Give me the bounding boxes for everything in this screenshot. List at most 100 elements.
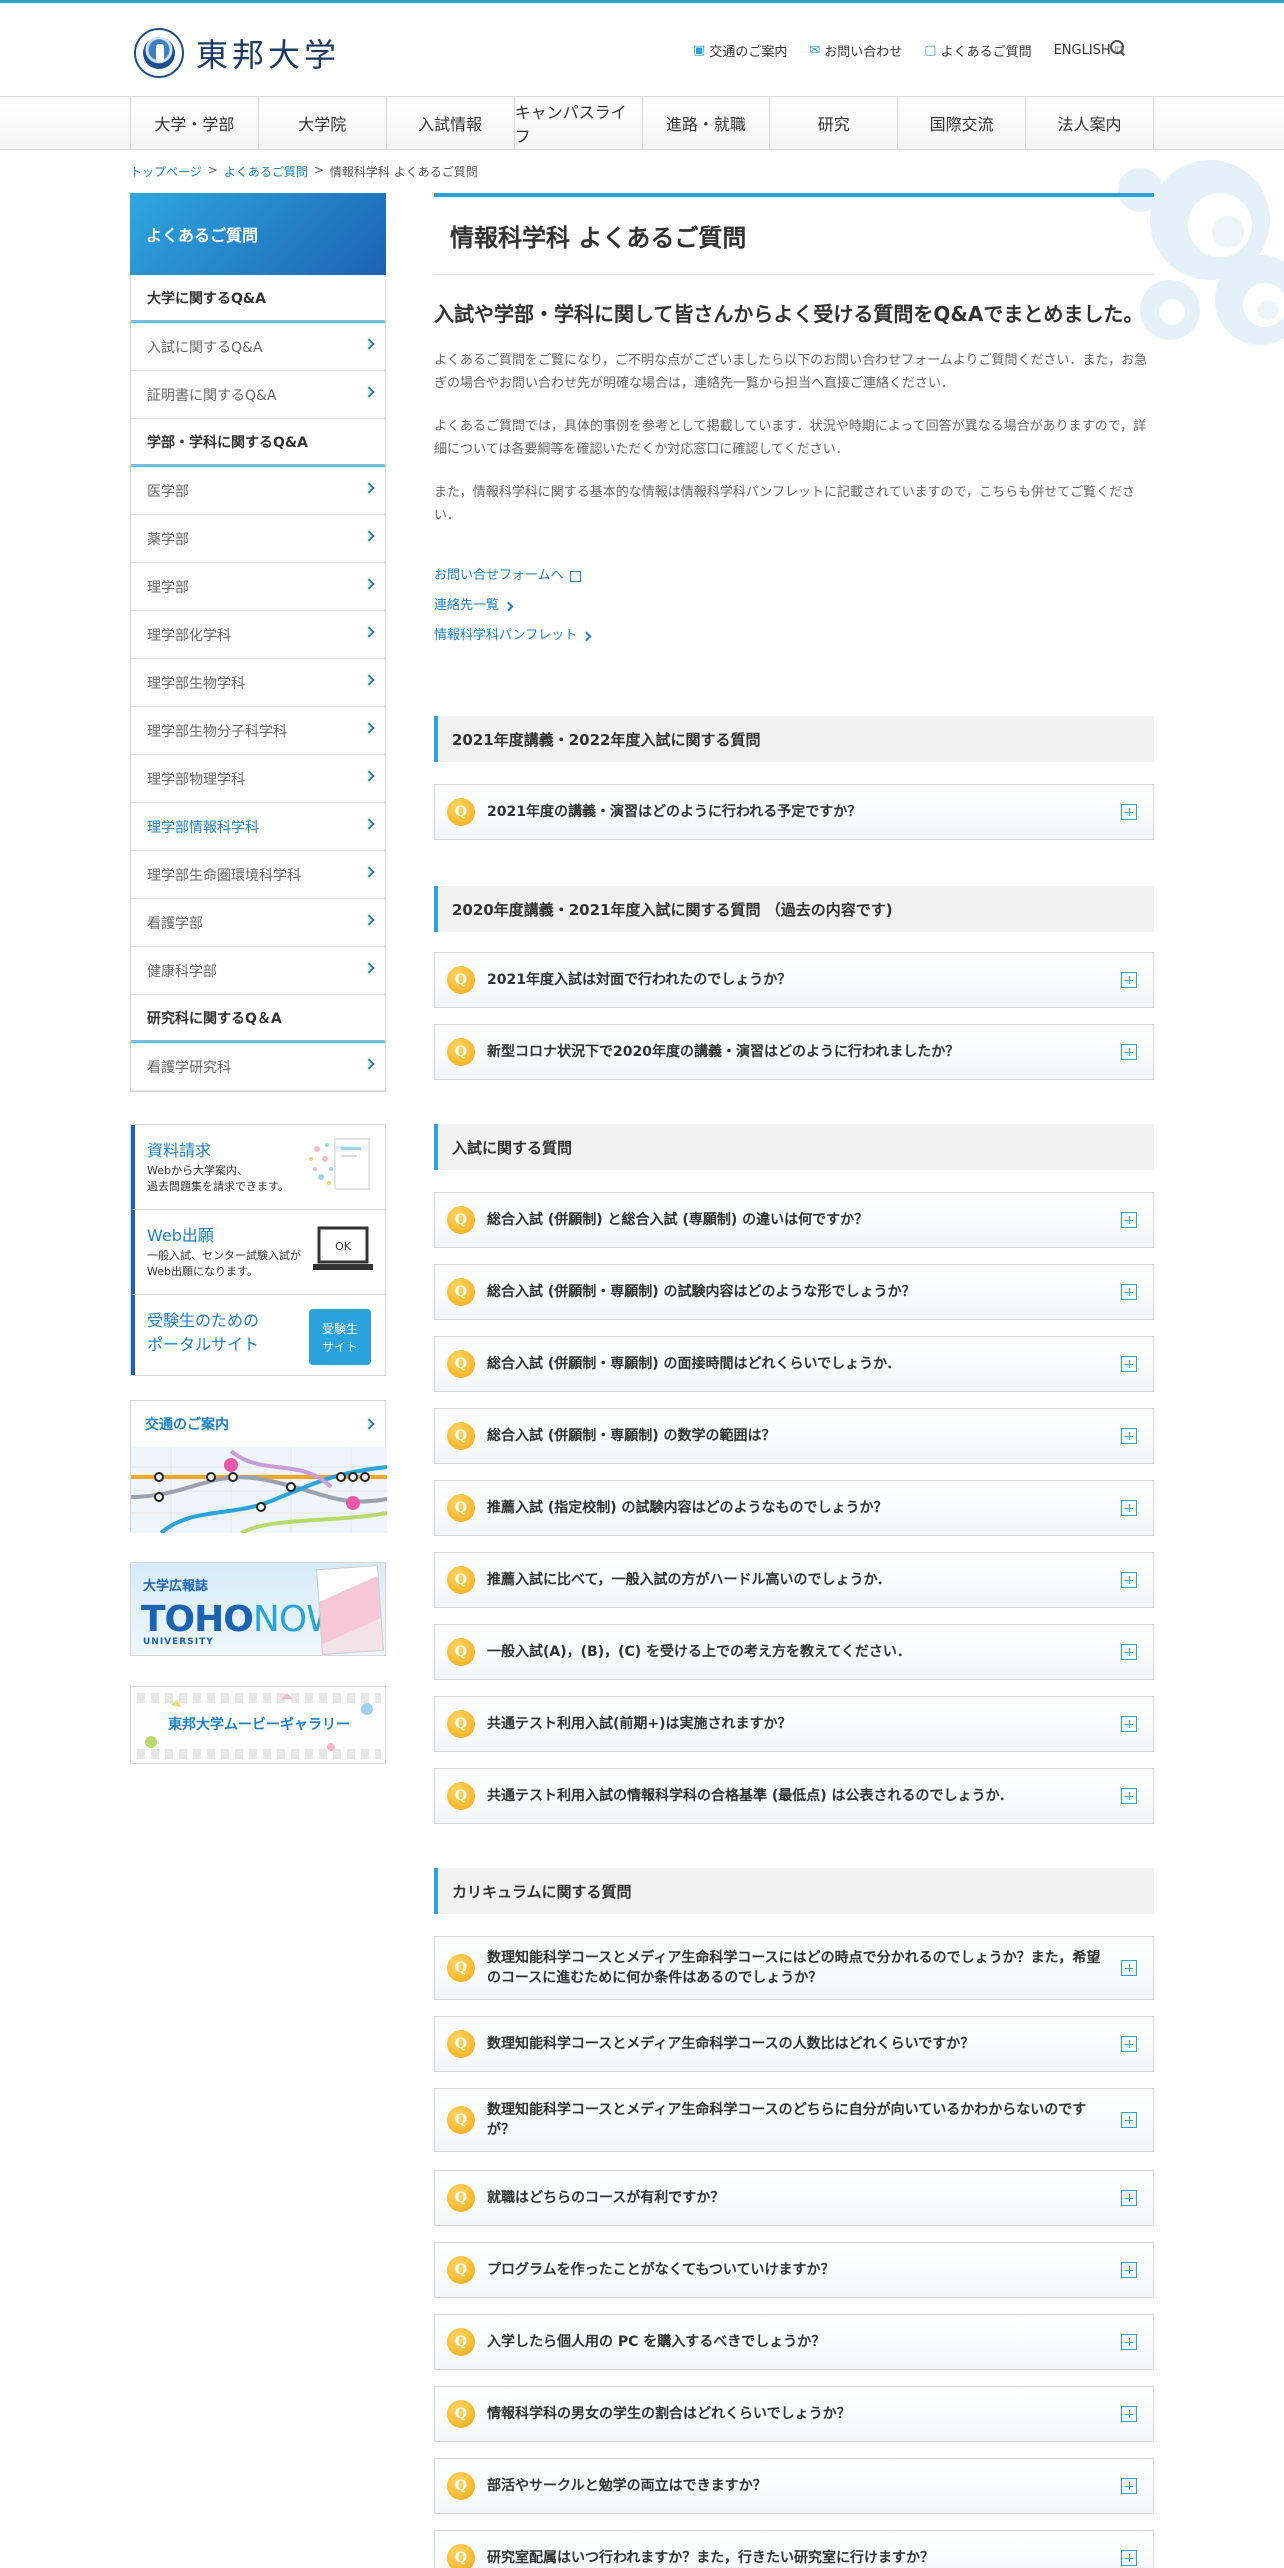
gnav-item-faculties[interactable]: 大学・学部 [130, 97, 258, 149]
faq-question-text: 総合入試 (併願制) と総合入試 (専願制) の違いは何ですか？ [487, 1212, 869, 1228]
faq-question[interactable]: Q 部活やサークルと勉学の両立はできますか？ [434, 2458, 1154, 2514]
sidebar-item-label: 理学部化学科 [147, 627, 231, 644]
expand-plus-icon[interactable] [1121, 2262, 1137, 2278]
request-materials-banner[interactable]: 資料請求 Webから大学案内、 過去問題集を請求できます。 [131, 1125, 385, 1210]
expand-plus-icon[interactable] [1121, 2334, 1137, 2350]
faq-question[interactable]: Q 2021年度入試は対面で行われたのでしょうか？ [434, 952, 1154, 1008]
faq-question[interactable]: Q プログラムを作ったことがなくてもついていけますか？ [434, 2242, 1154, 2298]
web-application-banner[interactable]: Web出願 一般入試、センター試験入試が Web出願になります。 OK [131, 1210, 385, 1295]
brochure-illustration-icon [309, 1138, 370, 1190]
faq-question[interactable]: Q 総合入試 (併願制・専願制) の数学の範囲は？ [434, 1408, 1154, 1464]
expand-plus-icon[interactable] [1121, 2112, 1137, 2128]
sidebar-group-university[interactable]: 大学に関するQ&A [131, 275, 385, 323]
faq-question[interactable]: Q 総合入試 (併願制) と総合入試 (専願制) の違いは何ですか？ [434, 1192, 1154, 1248]
chevron-right-icon [363, 1418, 375, 1430]
sidebar-item-nursing[interactable]: 看護学部 [131, 899, 385, 947]
sidebar-item-science[interactable]: 理学部 [131, 563, 385, 611]
faq-question-text: 推薦入試 (指定校制) の試験内容はどのようなものでしょうか？ [487, 1500, 888, 1516]
tohonow-magazine-banner[interactable]: 大学広報誌 TOHONOW UNIVERSITY [130, 1562, 386, 1656]
faq-question-text: 一般入試(A)，(B)，(C) を受ける上での考え方を教えてください． [487, 1644, 911, 1660]
expand-plus-icon[interactable] [1121, 2190, 1137, 2206]
expand-plus-icon[interactable] [1121, 1428, 1137, 1444]
q-badge-icon: Q [447, 1494, 475, 1522]
faq-question[interactable]: Q 共通テスト利用入試の情報科学科の合格基準 (最低点) は公表されるのでしょうか… [434, 1768, 1154, 1824]
expand-plus-icon[interactable] [1121, 1644, 1137, 1660]
tohonow-university-label: UNIVERSITY [143, 1637, 214, 1647]
faq-question[interactable]: Q 入学したら個人用の PC を購入するべきでしょうか？ [434, 2314, 1154, 2370]
faq-question[interactable]: Q 2021年度の講義・演習はどのように行われる予定ですか？ [434, 784, 1154, 840]
sidebar-menu: 大学に関するQ&A 入試に関するQ&A 証明書に関するQ&A 学部・学科に関する… [130, 275, 386, 1092]
faq-question-text: 総合入試 (併願制・専願制) の数学の範囲は？ [487, 1428, 776, 1444]
expand-plus-icon[interactable] [1121, 2036, 1137, 2052]
expand-plus-icon[interactable] [1121, 1960, 1137, 1976]
faq-question[interactable]: Q 新型コロナ状況下で2020年度の講義・演習はどのように行われましたか？ [434, 1024, 1154, 1080]
sidebar-item-nursing-graduate[interactable]: 看護学研究科 [131, 1043, 385, 1091]
chevron-right-icon [363, 482, 375, 494]
sidebar-item-health-science[interactable]: 健康科学部 [131, 947, 385, 995]
banner-subtext-line: Web出願になります。 [147, 1265, 258, 1278]
q-badge-icon: Q [447, 1566, 475, 1594]
sidebar-item-certificate-qa[interactable]: 証明書に関するQ&A [131, 371, 385, 419]
faq-question-text: 共通テスト利用入試(前期+)は実施されますか？ [487, 1716, 792, 1732]
access-banner[interactable]: 交通のご案内 [130, 1400, 387, 1533]
faq-question[interactable]: Q 推薦入試 (指定校制) の試験内容はどのようなものでしょうか？ [434, 1480, 1154, 1536]
expand-plus-icon[interactable] [1121, 1788, 1137, 1804]
gnav-item-graduate-school[interactable]: 大学院 [257, 97, 386, 149]
portal-site-banner[interactable]: 受験生のための ポータルサイト 受験生 サイト [131, 1295, 385, 1375]
expand-plus-icon[interactable] [1121, 1572, 1137, 1588]
sidebar-item-pharmacy[interactable]: 薬学部 [131, 515, 385, 563]
expand-plus-icon[interactable] [1121, 1212, 1137, 1228]
chevron-right-icon [363, 818, 375, 830]
faq-question[interactable]: Q 共通テスト利用入試(前期+)は実施されますか？ [434, 1696, 1154, 1752]
sidebar-item-medicine[interactable]: 医学部 [131, 467, 385, 515]
faq-area: 2021年度講義・2022年度入試に関する質問 Q 2021年度の講義・演習はどの… [434, 0, 1154, 2568]
faq-question[interactable]: Q 数理知能科学コースとメディア生命科学コースのどちらに自分が向いているかわからな… [434, 2088, 1154, 2152]
faq-question[interactable]: Q 総合入試 (併願制・専願制) の面接時間はどれくらいでしょうか． [434, 1336, 1154, 1392]
sidebar-item-admissions-qa[interactable]: 入試に関するQ&A [131, 323, 385, 371]
chevron-right-icon [363, 530, 375, 542]
movie-gallery-banner[interactable]: 東邦大学ムービーギャラリー [130, 1686, 386, 1764]
expand-plus-icon[interactable] [1121, 1356, 1137, 1372]
faq-question-text: 総合入試 (併願制・専願制) の面接時間はどれくらいでしょうか． [487, 1356, 901, 1372]
breadcrumb-faq[interactable]: よくあるご質問 [224, 163, 308, 180]
expand-plus-icon[interactable] [1121, 1044, 1137, 1060]
sidebar-item-information-science[interactable]: 理学部情報科学科 [131, 803, 385, 851]
section-heading: カリキュラムに関する質問 [434, 1868, 1154, 1914]
sidebar-group-graduate[interactable]: 研究科に関するQ＆A [131, 995, 385, 1043]
expand-plus-icon[interactable] [1121, 1500, 1137, 1516]
tohonow-logo: TOHONOW [141, 1599, 342, 1640]
faq-question[interactable]: Q 数理知能科学コースとメディア生命科学コースの人数比はどれくらいですか？ [434, 2016, 1154, 2072]
faq-question[interactable]: Q 就職はどちらのコースが有利ですか？ [434, 2170, 1154, 2226]
sidebar-item-biomolecular[interactable]: 理学部生物分子科学科 [131, 707, 385, 755]
faq-question[interactable]: Q 研究室配属はいつ行われますか？また，行きたい研究室に行けますか？ [434, 2530, 1154, 2568]
expand-plus-icon[interactable] [1121, 2406, 1137, 2422]
faq-question[interactable]: Q 総合入試 (併願制・専願制) の試験内容はどのような形でしょうか？ [434, 1264, 1154, 1320]
breadcrumb-top[interactable]: トップページ [130, 163, 202, 180]
sidebar-item-environmental-science[interactable]: 理学部生命圏環境科学科 [131, 851, 385, 899]
faq-question-text: 入学したら個人用の PC を購入するべきでしょうか？ [487, 2334, 826, 2350]
site-logo[interactable]: 東邦大学 [134, 21, 340, 85]
faq-question[interactable]: Q 数理知能科学コースとメディア生命科学コースにはどの時点で分かれるのでしょうか？… [434, 1936, 1154, 2000]
expand-plus-icon[interactable] [1121, 804, 1137, 820]
promo-banner-group: 資料請求 Webから大学案内、 過去問題集を請求できます。 Web出願 一般入試、… [130, 1124, 386, 1376]
chevron-right-icon [363, 626, 375, 638]
faq-question[interactable]: Q 情報科学科の男女の学生の割合はどれくらいでしょうか？ [434, 2386, 1154, 2442]
tohonow-logo-part1: TOHO [141, 1599, 254, 1640]
sidebar-title[interactable]: よくあるご質問 [130, 193, 386, 275]
faq-question[interactable]: Q 一般入試(A)，(B)，(C) を受ける上での考え方を教えてください． [434, 1624, 1154, 1680]
q-badge-icon: Q [447, 2184, 475, 2212]
sidebar-item-chemistry[interactable]: 理学部化学科 [131, 611, 385, 659]
expand-plus-icon[interactable] [1121, 972, 1137, 988]
breadcrumb-separator: > [207, 163, 218, 177]
q-badge-icon: Q [447, 2328, 475, 2356]
faq-question-text: プログラムを作ったことがなくてもついていけますか？ [487, 2262, 835, 2278]
expand-plus-icon[interactable] [1121, 2550, 1137, 2566]
expand-plus-icon[interactable] [1121, 1716, 1137, 1732]
sidebar-item-physics[interactable]: 理学部物理学科 [131, 755, 385, 803]
banner-subtext-line: Webから大学案内、 [147, 1164, 248, 1177]
faq-question[interactable]: Q 推薦入試に比べて，一般入試の方がハードル高いのでしょうか． [434, 1552, 1154, 1608]
sidebar-item-biology[interactable]: 理学部生物学科 [131, 659, 385, 707]
sidebar-group-faculties[interactable]: 学部・学科に関するQ&A [131, 419, 385, 467]
expand-plus-icon[interactable] [1121, 2478, 1137, 2494]
expand-plus-icon[interactable] [1121, 1284, 1137, 1300]
